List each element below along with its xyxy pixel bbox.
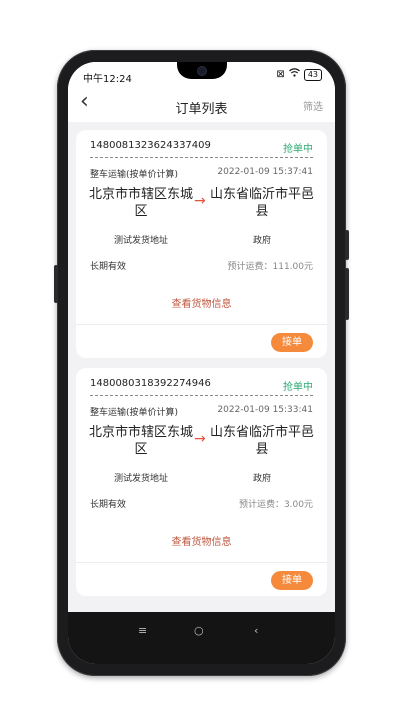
order-card: 1480081323624337409 抢单中 整车运输(按单价计算) 2022…	[76, 130, 327, 358]
card-divider	[76, 324, 327, 325]
order-date: 2022-01-09 15:37:41	[217, 167, 313, 177]
destination-city: 山东省临沂市平邑县	[210, 187, 315, 219]
arrow-right-icon: →	[194, 431, 206, 447]
nav-bar: ‹ 订单列表 筛选	[68, 86, 335, 122]
validity-text: 长期有效	[90, 262, 127, 272]
arrow-right-icon: →	[194, 193, 206, 209]
home-icon[interactable]: ○	[194, 624, 204, 637]
origin-city: 北京市市辖区东城区	[89, 187, 194, 219]
order-id: 1480081323624337409	[90, 140, 211, 151]
origin-address: 测试发货地址	[113, 236, 168, 246]
status-badge: 抢单中	[283, 144, 313, 155]
menu-icon[interactable]: ≡	[138, 624, 147, 637]
origin-city: 北京市市辖区东城区	[89, 425, 194, 457]
validity-text: 长期有效	[90, 500, 127, 510]
order-date: 2022-01-09 15:33:41	[217, 405, 313, 415]
status-icons: ⊠ 43	[276, 68, 322, 81]
order-id: 1480080318392274946	[90, 378, 211, 389]
system-nav-bar: ≡ ○ ‹	[68, 612, 335, 664]
accept-order-button[interactable]: 接单	[271, 571, 313, 590]
close-box-icon: ⊠	[276, 68, 285, 80]
dashed-divider	[90, 157, 313, 158]
battery-icon: 43	[303, 68, 322, 81]
filter-button[interactable]: 筛选	[303, 98, 323, 113]
view-cargo-link[interactable]: 查看货物信息	[76, 295, 327, 310]
view-cargo-link[interactable]: 查看货物信息	[76, 533, 327, 548]
page-title: 订单列表	[175, 102, 228, 117]
transport-type: 整车运输(按单价计算)	[90, 170, 179, 180]
accept-order-button[interactable]: 接单	[271, 333, 313, 352]
origin-address: 测试发货地址	[113, 474, 168, 484]
volume-button	[345, 230, 349, 260]
status-badge: 抢单中	[283, 382, 313, 393]
destination-address: 政府	[252, 474, 271, 484]
estimated-fee: 预计运费：111.00元	[227, 262, 314, 272]
side-button	[54, 265, 58, 303]
destination-city: 山东省临沂市平邑县	[210, 425, 315, 457]
phone-screen: 中午12:24 ⊠ 43 ‹ 订单列表 筛选 14800813236243374…	[68, 62, 335, 664]
estimated-fee: 预计运费：3.00元	[238, 500, 313, 510]
back-icon[interactable]: ‹	[254, 624, 258, 637]
status-time: 中午12:24	[83, 74, 132, 85]
power-button	[345, 268, 349, 320]
transport-type: 整车运输(按单价计算)	[90, 408, 179, 418]
destination-address: 政府	[252, 236, 271, 246]
card-divider	[76, 562, 327, 563]
camera-notch	[177, 62, 227, 79]
front-camera-icon	[198, 67, 206, 75]
wifi-icon	[288, 68, 300, 81]
dashed-divider	[90, 395, 313, 396]
order-card: 1480080318392274946 抢单中 整车运输(按单价计算) 2022…	[76, 368, 327, 596]
